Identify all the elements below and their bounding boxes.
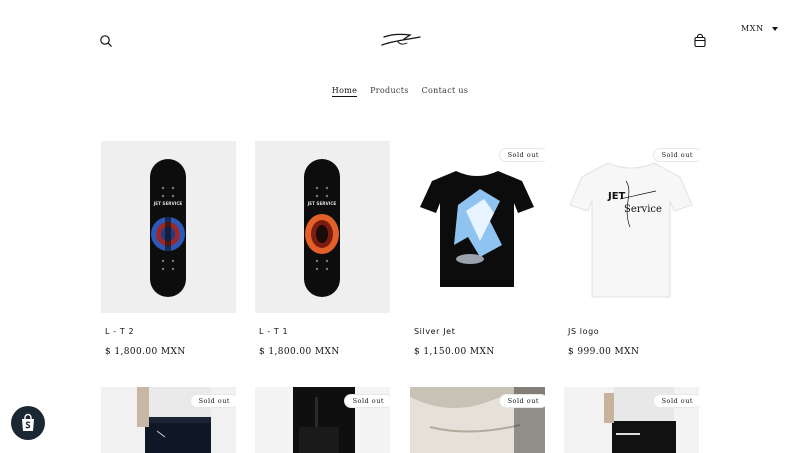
product-card[interactable]: JET SERVICE L - T 1 $ 1,800.00 MXN xyxy=(255,141,390,357)
skateboard-deck-image: JET SERVICE xyxy=(150,159,186,297)
product-card[interactable]: JET SERVICE L - T 2 $ 1,800.00 MXN xyxy=(101,141,236,357)
product-title[interactable]: L - T 1 xyxy=(259,327,288,336)
product-card[interactable]: Sold out xyxy=(410,387,545,453)
search-icon xyxy=(100,35,112,47)
cart-button[interactable] xyxy=(692,33,708,49)
main-nav: Home Products Contact us xyxy=(0,86,800,97)
product-card[interactable]: Sold out xyxy=(101,387,236,453)
product-card[interactable]: Sold out Silver Jet $ 1,150.00 MXN xyxy=(410,141,545,357)
caret-down-icon xyxy=(771,26,778,31)
shirt-print-text-2: Service xyxy=(624,204,662,215)
product-image[interactable]: Sold out xyxy=(564,387,699,453)
product-image[interactable]: Sold out xyxy=(410,141,545,313)
sold-out-badge: Sold out xyxy=(652,394,699,408)
skateboard-deck-image: JET SERVICE xyxy=(304,159,340,297)
brand-logo[interactable] xyxy=(378,28,424,52)
sold-out-badge: Sold out xyxy=(498,394,545,408)
product-image[interactable]: JET Service Sold out xyxy=(564,141,699,313)
product-image[interactable]: Sold out xyxy=(101,387,236,453)
cart-icon xyxy=(694,33,706,48)
deck-print-text: JET SERVICE xyxy=(153,201,183,206)
product-image[interactable]: JET SERVICE xyxy=(101,141,236,313)
nav-item-home[interactable]: Home xyxy=(331,86,358,97)
sold-out-badge: Sold out xyxy=(343,394,390,408)
product-price: $ 1,800.00 MXN xyxy=(105,347,186,357)
currency-selector[interactable]: MXN xyxy=(741,24,778,33)
deck-print-text: JET SERVICE xyxy=(307,201,337,206)
nav-item-contact-us[interactable]: Contact us xyxy=(422,86,469,97)
sold-out-badge: Sold out xyxy=(652,148,699,162)
product-price: $ 1,800.00 MXN xyxy=(259,347,340,357)
product-title[interactable]: Silver Jet xyxy=(414,327,455,336)
product-title[interactable]: L - T 2 xyxy=(105,327,134,336)
tshirt-image xyxy=(420,171,534,287)
product-image[interactable]: Sold out xyxy=(410,387,545,453)
product-card[interactable]: Sold out xyxy=(255,387,390,453)
sold-out-badge: Sold out xyxy=(189,394,236,408)
sold-out-badge: Sold out xyxy=(498,148,545,162)
product-price: $ 1,150.00 MXN xyxy=(414,347,495,357)
tshirt-image: JET Service xyxy=(569,162,693,298)
currency-label: MXN xyxy=(741,24,764,33)
product-card[interactable]: JET Service Sold out JS logo $ 999.00 MX… xyxy=(564,141,699,357)
product-image[interactable]: JET SERVICE xyxy=(255,141,390,313)
product-price: $ 999.00 MXN xyxy=(568,347,640,357)
product-card[interactable]: Sold out xyxy=(564,387,699,453)
nav-item-products[interactable]: Products xyxy=(370,86,409,97)
search-button[interactable] xyxy=(98,33,114,49)
site-header: MXN Home Products Contact us xyxy=(0,0,800,110)
shopping-bag-icon xyxy=(22,413,34,431)
product-image[interactable]: Sold out xyxy=(255,387,390,453)
shop-pay-badge[interactable] xyxy=(11,406,45,440)
product-title[interactable]: JS logo xyxy=(568,327,599,336)
shirt-print-text-1: JET xyxy=(607,191,626,202)
